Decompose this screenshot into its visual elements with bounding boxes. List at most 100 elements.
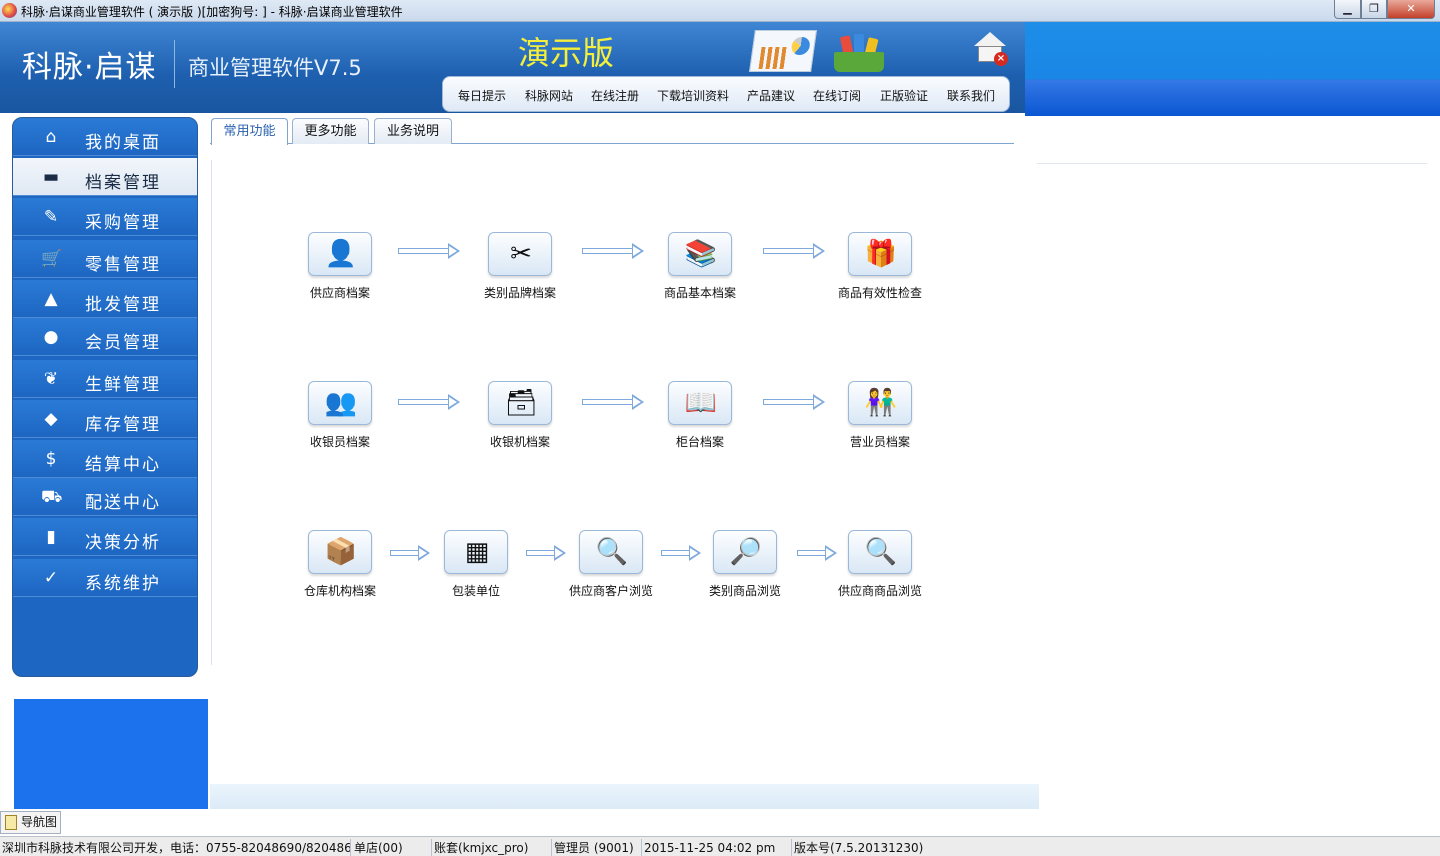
brand-logo: 科脉·启谋 xyxy=(22,50,157,85)
sidebar-item-fresh[interactable]: ❦ 生鲜管理 xyxy=(13,360,197,398)
sidebar-item-maintenance[interactable]: ✓ 系统维护 xyxy=(13,559,197,597)
clerk-icon: 👫 xyxy=(864,388,898,418)
link-kemai-website[interactable]: 科脉网站 xyxy=(525,87,573,104)
function-label: 商品基本档案 xyxy=(663,286,736,300)
chart-icon: ▮ xyxy=(46,527,56,547)
function-clerk-archive[interactable]: 👫 营业员档案 xyxy=(825,381,935,451)
counter-icon: 📖 xyxy=(684,388,718,418)
link-daily-tips[interactable]: 每日提示 xyxy=(458,87,506,104)
tab-more-functions[interactable]: 更多功能 xyxy=(292,118,369,144)
function-supplier-archive[interactable]: 👤 供应商档案 xyxy=(285,232,395,302)
leaf-icon: ❦ xyxy=(43,369,59,389)
flow-arrow xyxy=(582,394,646,410)
function-supplier-product-browse[interactable]: 🔍 供应商商品浏览 xyxy=(825,530,935,600)
sidebar-item-label: 配送中心 xyxy=(85,493,161,513)
function-label: 类别品牌档案 xyxy=(483,286,556,300)
function-cashier-archive[interactable]: 👥 收银员档案 xyxy=(285,381,395,451)
function-warehouse-archive[interactable]: 📦 仓库机构档案 xyxy=(285,530,395,600)
document-icon xyxy=(5,815,17,830)
title-bar: 科脉·启谋商业管理软件 ( 演示版 )[加密狗号: ] - 科脉·启谋商业管理软… xyxy=(0,0,1440,22)
sidebar-item-archives[interactable]: ▬ 档案管理 xyxy=(13,158,197,196)
edit-icon: ✎ xyxy=(43,207,59,227)
function-product-archive[interactable]: 📚 商品基本档案 xyxy=(645,232,755,302)
content-left-border xyxy=(211,160,212,665)
sidebar-item-distribution[interactable]: ⛟ 配送中心 xyxy=(13,478,197,516)
flow-arrow xyxy=(398,394,462,410)
status-version: 版本号(7.5.20131230) xyxy=(794,841,924,855)
function-product-validity-check[interactable]: 🎁 商品有效性检查 xyxy=(825,232,935,302)
warehouse-icon: 📦 xyxy=(324,537,358,567)
function-label: 仓库机构档案 xyxy=(303,584,376,598)
sidebar-item-settlement[interactable]: $ 结算中心 xyxy=(13,440,197,478)
link-contact-us[interactable]: 联系我们 xyxy=(947,87,995,104)
flow-arrow xyxy=(763,243,827,259)
box-icon: ◆ xyxy=(44,409,58,429)
function-category-product-browse[interactable]: 🔎 类别商品浏览 xyxy=(690,530,800,600)
link-download-training[interactable]: 下载培训资料 xyxy=(657,87,729,104)
folder-icon: ▬ xyxy=(42,167,60,187)
function-label: 商品有效性检查 xyxy=(837,286,922,300)
sidebar-item-label: 系统维护 xyxy=(85,574,161,594)
minimize-button[interactable]: ▁ xyxy=(1334,0,1361,19)
function-supplier-customer-browse[interactable]: 🔍 供应商客户浏览 xyxy=(556,530,666,600)
link-online-register[interactable]: 在线注册 xyxy=(591,87,639,104)
function-label: 类别商品浏览 xyxy=(708,584,781,598)
sidebar-footer-panel xyxy=(14,699,208,809)
flow-arrow xyxy=(582,243,646,259)
link-product-suggestion[interactable]: 产品建议 xyxy=(747,87,795,104)
sidebar-item-purchase[interactable]: ✎ 采购管理 xyxy=(13,198,197,236)
bag-icon: ▲ xyxy=(44,289,58,309)
maximize-button[interactable]: ❐ xyxy=(1361,0,1387,19)
home-exit-icon[interactable]: × xyxy=(972,32,1010,68)
sidebar-item-desktop[interactable]: ⌂ 我的桌面 xyxy=(13,118,197,156)
status-store: 单店(00) xyxy=(352,839,432,856)
sidebar-item-analysis[interactable]: ▮ 决策分析 xyxy=(13,518,197,556)
status-company: 深圳市科脉技术有限公司开发，电话：0755-82048690/8204869 xyxy=(2,839,351,856)
package-icon: ▦ xyxy=(464,537,490,567)
function-label: 柜台档案 xyxy=(675,435,724,449)
function-category-brand-archive[interactable]: ✂ 类别品牌档案 xyxy=(465,232,575,302)
header-extension xyxy=(1025,22,1440,116)
sidebar-item-member[interactable]: ● 会员管理 xyxy=(13,318,197,356)
sidebar-item-label: 零售管理 xyxy=(85,255,161,275)
sidebar-item-retail[interactable]: 🛒 零售管理 xyxy=(13,240,197,278)
function-package-unit[interactable]: ▦ 包装单位 xyxy=(421,530,531,600)
function-counter-archive[interactable]: 📖 柜台档案 xyxy=(645,381,755,451)
category-browse-icon: 🔎 xyxy=(729,537,763,567)
pos-machine-icon: 🗃 xyxy=(504,388,538,418)
sidebar-item-label: 我的桌面 xyxy=(85,133,161,153)
sidebar-item-label: 库存管理 xyxy=(85,415,161,435)
content-bottom-strip xyxy=(210,784,1039,809)
tab-business-description[interactable]: 业务说明 xyxy=(374,118,452,144)
status-operator: 管理员 (9001) xyxy=(552,839,642,856)
sidebar-item-label: 批发管理 xyxy=(85,295,161,315)
close-button[interactable]: ✕ xyxy=(1387,0,1435,19)
demo-edition-label: 演示版 xyxy=(518,34,615,72)
cart-icon: 🛒 xyxy=(41,249,63,269)
sidebar-item-label: 档案管理 xyxy=(85,173,161,193)
supplier-icon: 👤 xyxy=(324,239,358,269)
shopping-basket-illustration xyxy=(828,34,888,74)
sidebar-menu: ⌂ 我的桌面 ▬ 档案管理 ✎ 采购管理 🛒 零售管理 ▲ 批发管理 ● 会员管… xyxy=(12,117,198,677)
panel-divider xyxy=(1037,163,1427,164)
link-genuine-verify[interactable]: 正版验证 xyxy=(880,87,928,104)
sidebar-item-wholesale[interactable]: ▲ 批发管理 xyxy=(13,280,197,318)
cashier-icon: 👥 xyxy=(324,388,358,418)
function-tabs: 常用功能 更多功能 业务说明 xyxy=(210,118,1014,145)
product-name: 商业管理软件V7.5 xyxy=(188,56,362,80)
sidebar-item-label: 会员管理 xyxy=(85,333,161,353)
function-label: 供应商客户浏览 xyxy=(568,584,653,598)
function-pos-machine-archive[interactable]: 🗃 收银机档案 xyxy=(465,381,575,451)
link-online-subscribe[interactable]: 在线订阅 xyxy=(813,87,861,104)
top-link-bar: 每日提示 科脉网站 在线注册 下载培训资料 产品建议 在线订阅 正版验证 联系我… xyxy=(442,76,1010,112)
function-label: 营业员档案 xyxy=(849,435,910,449)
status-account: 账套(kmjxc_pro) xyxy=(432,839,552,856)
sidebar-item-label: 生鲜管理 xyxy=(85,375,161,395)
app-logo-icon xyxy=(2,3,17,18)
sidebar-item-label: 采购管理 xyxy=(85,213,161,233)
flow-arrow xyxy=(763,394,827,410)
supplier-product-browse-icon: 🔍 xyxy=(864,537,898,567)
sidebar-item-inventory[interactable]: ◆ 库存管理 xyxy=(13,400,197,438)
tab-common-functions[interactable]: 常用功能 xyxy=(211,118,288,145)
navigation-map-tab[interactable]: 导航图 xyxy=(0,811,61,834)
